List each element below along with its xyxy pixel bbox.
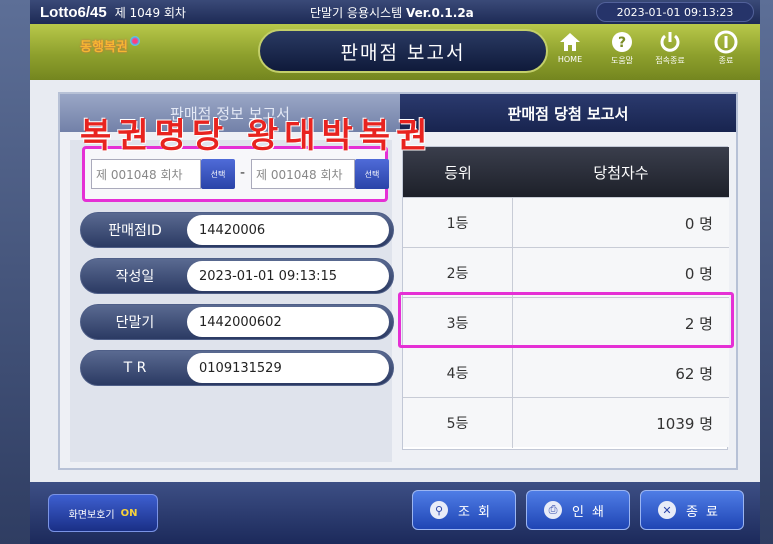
table-row: 2등 0 명 [403,247,729,298]
table-row: 5등 1039 명 [403,397,729,448]
count-cell: 0 명 [684,214,713,233]
tab-store-winning-report[interactable]: 판매점 당첨 보고서 [400,94,736,132]
count-cell: 62 명 [675,364,713,383]
power-icon [660,32,680,52]
created-date-value: 2023-01-01 09:13:15 [187,261,389,291]
lookup-button[interactable]: ⚲ 조회 [412,490,516,530]
rank-cell: 5등 [403,398,513,448]
round-from-select-button[interactable]: 선택 [201,159,235,189]
logo-flower-icon [129,36,140,46]
app-name: Lotto6/45 [40,3,107,21]
rank-cell: 2등 [403,248,513,298]
tr-label: T R [123,360,147,376]
datetime-display: 2023-01-01 09:13:23 [596,2,754,22]
rank-cell: 1등 [403,198,513,248]
page-title: 판매점 보고서 [258,29,548,73]
home-icon [560,33,580,51]
help-button[interactable]: ? 도움말 [604,30,640,74]
round-to-input[interactable]: 제 001048 회차 [251,159,355,189]
status-bar: Lotto6/45 제 1049 회차 단말기 응용시스템 Ver.0.1.2a… [30,0,760,24]
exit-button[interactable]: 종료 [708,30,744,74]
bottom-bar: 화면보호기 ON ⚲ 조회 ⎙ 인쇄 ✕ 종료 [30,482,760,544]
store-id-value: 14420006 [187,215,389,245]
home-button[interactable]: HOME [552,30,588,74]
store-id-label: 판매점ID [108,223,162,239]
system-label: 단말기 응용시스템 Ver.0.1.2a [310,5,474,20]
info-row-terminal: 단말기 1442000602 [80,304,394,340]
third-prize-highlight [398,292,734,348]
rank-cell: 4등 [403,348,513,398]
close-button[interactable]: ✕ 종료 [640,490,744,530]
header-winner-count: 당첨자수 [593,163,649,182]
watermark-text: 복권명당 왕대박복권 [80,116,434,156]
terminal-frame: Lotto6/45 제 1049 회차 단말기 응용시스템 Ver.0.1.2a… [0,0,773,544]
info-row-created-date: 작성일 2023-01-01 09:13:15 [80,258,394,294]
printer-icon: ⎙ [544,501,563,519]
info-row-store-id: 판매점ID 14420006 [80,212,394,248]
table-row: 4등 62 명 [403,347,729,398]
count-cell: 1039 명 [656,414,713,433]
version-label: Ver.0.1.2a [405,5,474,20]
range-dash: - [240,165,246,181]
help-icon: ? [612,32,632,52]
logout-button[interactable]: 접속종료 [652,30,688,74]
table-row: 1등 0 명 [403,197,729,248]
tr-value: 0109131529 [187,353,389,383]
search-icon: ⚲ [430,501,449,519]
round-label: 제 1049 회차 [114,5,186,20]
brand-logo: 동행복권 [80,36,140,55]
screensaver-state: ON [120,507,138,519]
terminal-screen: Lotto6/45 제 1049 회차 단말기 응용시스템 Ver.0.1.2a… [30,0,760,544]
info-row-tr: T R 0109131529 [80,350,394,386]
print-button[interactable]: ⎙ 인쇄 [526,490,630,530]
exit-icon [714,30,738,54]
store-info-section: 제 001048 회차 선택 - 제 001048 회차 선택 판매점ID 14… [70,140,394,462]
header: 동행복권 판매점 보고서 HOME ? 도움말 접속종료 종료 [30,24,760,80]
terminal-label: 단말기 [115,315,155,331]
svg-text:?: ? [618,35,626,51]
round-from-input[interactable]: 제 001048 회차 [91,159,201,189]
created-date-label: 작성일 [115,269,155,285]
count-cell: 0 명 [684,264,713,283]
screensaver-toggle[interactable]: 화면보호기 ON [48,494,158,532]
table-header: 등위 당첨자수 [403,147,729,197]
terminal-value: 1442000602 [187,307,389,337]
round-to-select-button[interactable]: 선택 [355,159,389,189]
close-icon: ✕ [658,501,677,519]
